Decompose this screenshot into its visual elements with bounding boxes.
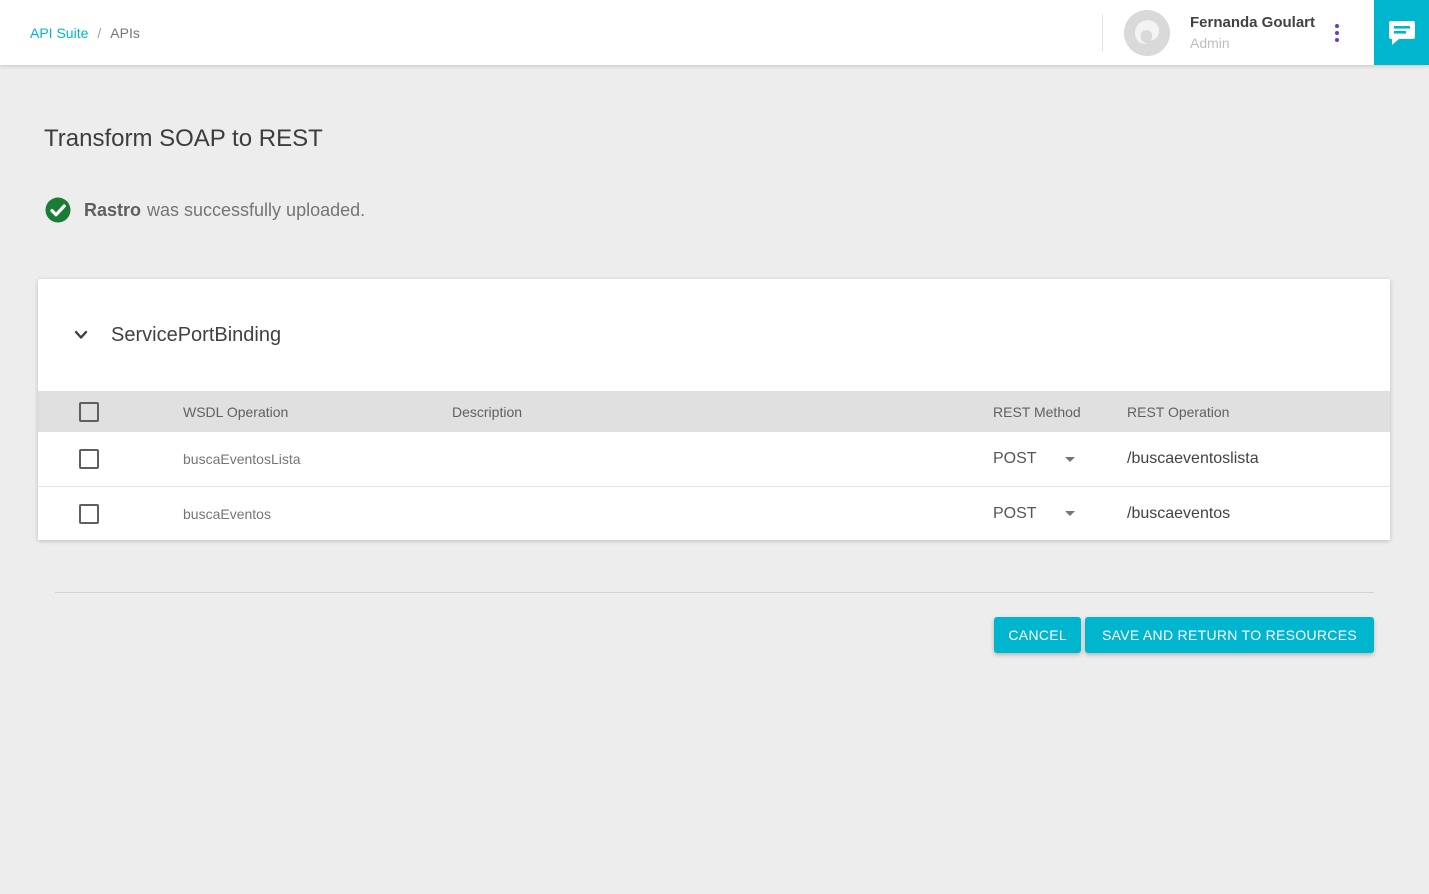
- header-rest-method: REST Method: [993, 404, 1127, 420]
- chevron-down-icon: [71, 325, 91, 345]
- rest-method-value: POST: [993, 505, 1037, 523]
- rest-operation-value: /buscaeventos: [1127, 505, 1390, 523]
- rest-method-value: POST: [993, 450, 1037, 468]
- rest-method-select[interactable]: POST: [993, 505, 1127, 523]
- row-checkbox[interactable]: [79, 449, 99, 469]
- swirl-logo-icon: [1124, 10, 1170, 56]
- table-row: buscaEventosLista POST /buscaeventoslist…: [38, 432, 1390, 486]
- top-bar: API Suite / APIs Fernanda Goulart Admin: [0, 0, 1429, 65]
- avatar[interactable]: [1124, 10, 1170, 56]
- header-checkbox-cell: [38, 402, 183, 422]
- caret-down-icon: [1065, 511, 1075, 516]
- vertical-divider: [1102, 14, 1103, 52]
- success-subject: Rastro: [84, 200, 141, 221]
- table-row: buscaEventos POST /buscaeventos: [38, 486, 1390, 540]
- card-title: ServicePortBinding: [111, 324, 281, 347]
- breadcrumb-current-apis: APIs: [110, 25, 140, 41]
- row-checkbox[interactable]: [79, 504, 99, 524]
- success-message: Rastro was successfully uploaded.: [45, 197, 1429, 223]
- header-rest-operation: REST Operation: [1127, 404, 1390, 420]
- chat-button[interactable]: [1374, 0, 1429, 65]
- user-name: Fernanda Goulart: [1190, 14, 1316, 32]
- header-wsdl-operation: WSDL Operation: [183, 404, 452, 420]
- user-info: Fernanda Goulart Admin: [1190, 14, 1316, 52]
- check-circle-icon: [45, 197, 71, 223]
- breadcrumb-separator: /: [97, 25, 101, 41]
- service-port-binding-card: ServicePortBinding WSDL Operation Descri…: [38, 279, 1390, 540]
- collapse-toggle[interactable]: [69, 323, 93, 347]
- chat-bubble-icon: [1388, 20, 1416, 46]
- kebab-menu-icon: [1335, 24, 1339, 28]
- user-role: Admin: [1190, 35, 1316, 52]
- header-description: Description: [452, 404, 993, 420]
- table-header-row: WSDL Operation Description REST Method R…: [38, 391, 1390, 432]
- rest-method-select[interactable]: POST: [993, 450, 1127, 468]
- footer-divider: [55, 592, 1374, 593]
- page-title: Transform SOAP to REST: [44, 125, 1429, 153]
- save-and-return-button[interactable]: SAVE AND RETURN TO RESOURCES: [1085, 617, 1374, 653]
- rest-operation-value: /buscaeventoslista: [1127, 450, 1390, 468]
- success-message-text: was successfully uploaded.: [147, 200, 365, 221]
- card-header: ServicePortBinding: [38, 279, 1390, 391]
- user-menu-button[interactable]: [1316, 13, 1358, 53]
- select-all-checkbox[interactable]: [79, 402, 99, 422]
- breadcrumb-link-api-suite[interactable]: API Suite: [30, 25, 88, 41]
- breadcrumb: API Suite / APIs: [30, 0, 140, 65]
- topbar-right-section: Fernanda Goulart Admin: [1102, 0, 1429, 65]
- cancel-button[interactable]: CANCEL: [994, 617, 1081, 653]
- wsdl-operation-value: buscaEventosLista: [183, 451, 452, 467]
- main-content: Transform SOAP to REST Rastro was succes…: [0, 125, 1429, 653]
- caret-down-icon: [1065, 457, 1075, 462]
- action-buttons: CANCEL SAVE AND RETURN TO RESOURCES: [0, 617, 1374, 653]
- success-text: Rastro was successfully uploaded.: [84, 200, 365, 221]
- wsdl-operation-value: buscaEventos: [183, 506, 452, 522]
